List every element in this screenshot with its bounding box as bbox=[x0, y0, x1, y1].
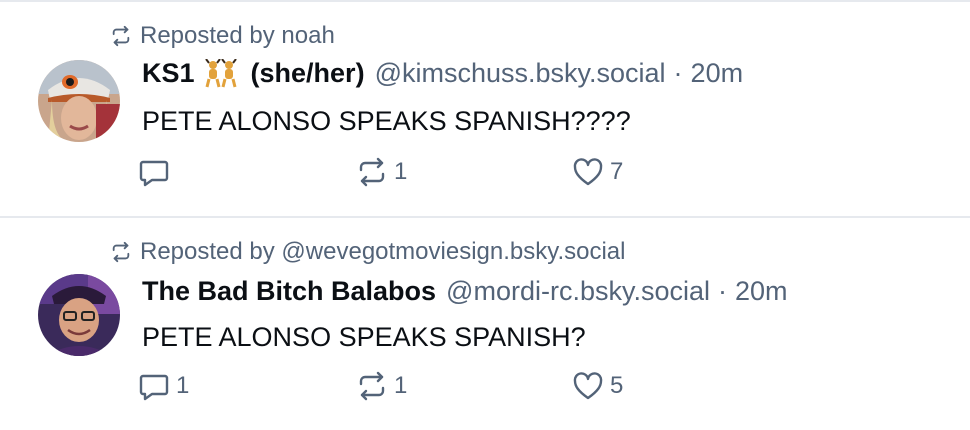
repost-button[interactable]: 1 bbox=[356, 156, 407, 188]
reply-button[interactable] bbox=[138, 156, 176, 188]
like-button[interactable]: 5 bbox=[572, 370, 623, 402]
like-count: 5 bbox=[610, 372, 624, 399]
name-suffix[interactable]: (she/her) bbox=[251, 58, 365, 89]
timestamp[interactable]: 20m bbox=[735, 276, 788, 307]
dancers-emoji-icon bbox=[204, 58, 237, 87]
post-text: PETE ALONSO SPEAKS SPANISH???? bbox=[142, 106, 631, 136]
heart-icon bbox=[573, 158, 603, 186]
post-text: PETE ALONSO SPEAKS SPANISH? bbox=[142, 322, 586, 352]
repost-icon bbox=[112, 25, 130, 47]
repost-label: Reposted by noah bbox=[140, 22, 335, 49]
reply-icon bbox=[139, 374, 169, 401]
separator: · bbox=[673, 58, 683, 88]
post-actions: 1 7 bbox=[138, 156, 838, 192]
reply-icon bbox=[139, 160, 169, 187]
separator: · bbox=[718, 276, 727, 306]
feed-post[interactable]: Reposted by @wevegotmoviesign.bsky.socia… bbox=[0, 218, 970, 430]
repost-icon bbox=[359, 157, 385, 187]
post-header: The Bad Bitch Balabos @mordi-rc.bsky.soc… bbox=[142, 276, 788, 307]
repost-count: 1 bbox=[394, 158, 408, 185]
reply-button[interactable]: 1 bbox=[138, 370, 189, 402]
like-count: 7 bbox=[610, 158, 624, 185]
reply-count: 1 bbox=[176, 372, 190, 399]
avatar[interactable] bbox=[38, 274, 120, 356]
handle[interactable]: @mordi-rc.bsky.social bbox=[446, 276, 710, 307]
avatar[interactable] bbox=[38, 60, 120, 142]
display-name[interactable]: The Bad Bitch Balabos bbox=[142, 276, 436, 307]
post-header: KS1 (she/her) @kimschuss.bsky.social · 2… bbox=[142, 58, 743, 89]
display-name[interactable]: KS1 bbox=[142, 58, 195, 89]
repost-indicator[interactable]: Reposted by noah bbox=[110, 22, 335, 50]
repost-label: Reposted by @wevegotmoviesign.bsky.socia… bbox=[140, 238, 626, 265]
like-button[interactable]: 7 bbox=[572, 156, 623, 188]
handle[interactable]: @kimschuss.bsky.social bbox=[375, 58, 666, 89]
timestamp[interactable]: 20m bbox=[691, 58, 744, 89]
repost-indicator[interactable]: Reposted by @wevegotmoviesign.bsky.socia… bbox=[110, 238, 625, 266]
repost-icon bbox=[112, 241, 130, 263]
repost-count: 1 bbox=[394, 372, 408, 399]
repost-button[interactable]: 1 bbox=[356, 370, 407, 402]
post-actions: 1 1 5 bbox=[138, 370, 838, 406]
heart-icon bbox=[573, 372, 603, 400]
feed-post[interactable]: Reposted by noah KS1 (she/her) @kimschus… bbox=[0, 2, 970, 216]
repost-icon bbox=[359, 371, 385, 401]
